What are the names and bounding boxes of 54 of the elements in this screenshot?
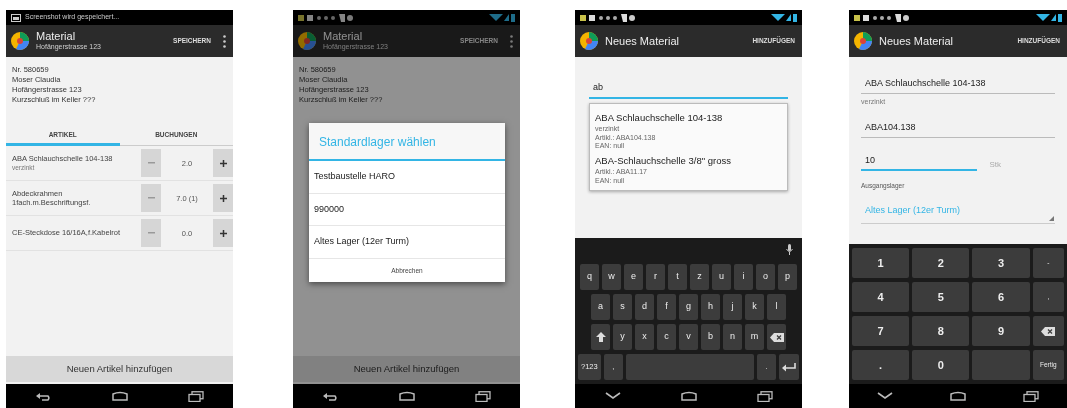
search-field[interactable]: ab [589, 79, 788, 99]
text-field[interactable]: ABA104.138 [861, 119, 1055, 138]
storage-option[interactable]: Testbaustelle HARO [309, 161, 505, 194]
keyboard-key[interactable]: e [624, 264, 643, 290]
keyboard-key[interactable]: l [767, 294, 786, 320]
keyboard-key[interactable]: m [745, 324, 764, 350]
keyboard-key[interactable]: j [723, 294, 742, 320]
keyboard-key[interactable]: 1 [852, 248, 910, 278]
keyboard-key[interactable]: 6 [972, 282, 1030, 312]
keyboard-key[interactable]: t [668, 264, 687, 290]
screen-title: Neues Material [605, 34, 679, 48]
text-field[interactable]: ABA Schlauchschelle 104-138 [861, 75, 1055, 94]
dialog-title: Standardlager wählen [309, 123, 505, 161]
suggestion-title[interactable]: ABA Schlauchschelle 104-138 [595, 110, 782, 125]
keyboard-key[interactable]: b [701, 324, 720, 350]
storage-option[interactable]: 990000 [309, 193, 505, 226]
keyboard-key[interactable]: f [657, 294, 676, 320]
keyboard-key[interactable]: 8 [912, 316, 970, 346]
keyboard-key[interactable]: y [613, 324, 632, 350]
screen-title: Material [36, 29, 77, 42]
keyboard-key[interactable]: a [591, 294, 610, 320]
keyboard-key[interactable]: n [723, 324, 742, 350]
suggestion-title[interactable]: ABA-Schlauchschelle 3/8" gross [595, 154, 782, 169]
keyboard-key[interactable]: v [679, 324, 698, 350]
screen-title: Material [323, 29, 364, 42]
keyboard-key[interactable]: 4 [852, 282, 910, 312]
keyboard-key[interactable]: 7 [852, 316, 910, 346]
unit-label: Stk [989, 159, 1001, 171]
keyboard-key[interactable]: p [778, 264, 797, 290]
keyboard-key[interactable]: 2 [912, 248, 970, 278]
keyboard-key[interactable]: k [745, 294, 764, 320]
keyboard-key[interactable]: r [646, 264, 665, 290]
keyboard-key[interactable]: i [734, 264, 753, 290]
keyboard-key[interactable]: x [635, 324, 654, 350]
keyboard-key[interactable]: 0 [912, 350, 970, 380]
screen-title: Neues Material [879, 34, 953, 48]
keyboard-key[interactable]: 9 [972, 316, 1030, 346]
add-article-button[interactable]: Neuen Artikel hinzufügen [293, 356, 520, 382]
keyboard-key[interactable]: s [613, 294, 632, 320]
keyboard-key[interactable]: z [690, 264, 709, 290]
add-article-button[interactable]: Neuen Artikel hinzufügen [6, 356, 233, 382]
keyboard-key[interactable]: 5 [912, 282, 970, 312]
keyboard-key[interactable]: c [657, 324, 676, 350]
keyboard-key[interactable]: q [580, 264, 599, 290]
storage-option[interactable]: Altes Lager (12er Turm) [309, 226, 505, 259]
keyboard-key[interactable]: u [712, 264, 731, 290]
keyboard-key[interactable]: . [852, 350, 910, 380]
keyboard-key[interactable]: g [679, 294, 698, 320]
quantity-field[interactable]: 10 [861, 151, 978, 171]
keyboard-key[interactable]: d [635, 294, 654, 320]
keyboard-key[interactable]: 3 [972, 248, 1030, 278]
keyboard-key[interactable]: w [602, 264, 621, 290]
keyboard-key[interactable]: o [756, 264, 775, 290]
keyboard-key[interactable]: h [701, 294, 720, 320]
